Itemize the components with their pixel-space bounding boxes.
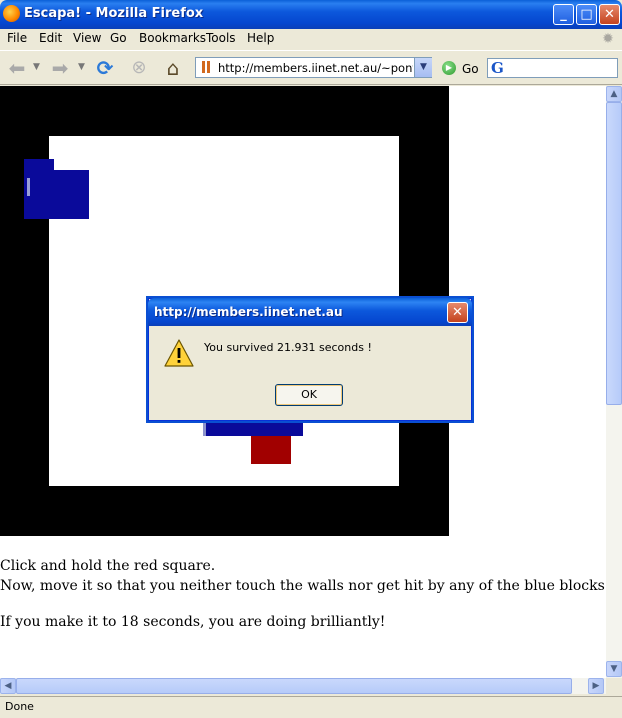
throbber-icon: ✹	[602, 31, 614, 47]
instruction-text: Now, move it so that you neither touch t…	[0, 578, 605, 594]
scroll-right-arrow-icon[interactable]: ▶	[588, 678, 604, 694]
minimize-button[interactable]: _	[553, 4, 574, 25]
blue-block	[24, 170, 89, 219]
scroll-up-arrow-icon[interactable]: ▲	[606, 86, 622, 102]
red-square[interactable]	[251, 436, 291, 464]
status-bar	[0, 696, 622, 718]
blue-block	[203, 420, 303, 436]
maximize-button[interactable]: □	[576, 4, 597, 25]
dialog-close-button[interactable]: ✕	[447, 302, 468, 323]
firefox-icon	[3, 5, 20, 22]
menu-help[interactable]: Help	[247, 31, 274, 45]
address-dropdown-icon[interactable]: ▼	[414, 58, 432, 77]
scroll-left-arrow-icon[interactable]: ◀	[0, 678, 16, 694]
instruction-text: If you make it to 18 seconds, you are do…	[0, 614, 386, 630]
menu-tools[interactable]: Tools	[206, 31, 236, 45]
scroll-corner	[606, 678, 622, 694]
ok-button[interactable]: OK	[275, 384, 343, 406]
back-dropdown-icon[interactable]: ▼	[33, 62, 40, 72]
reload-icon[interactable]: ⟳	[92, 56, 118, 80]
menu-file[interactable]: File	[7, 31, 27, 45]
menu-edit[interactable]: Edit	[39, 31, 62, 45]
blue-block-highlight	[27, 178, 30, 196]
scroll-down-arrow-icon[interactable]: ▼	[606, 661, 622, 677]
stop-icon[interactable]: ⊗	[126, 56, 152, 80]
status-text: Done	[5, 700, 34, 713]
back-arrow-icon[interactable]: ⬅	[4, 56, 30, 80]
horizontal-scroll-thumb[interactable]	[16, 678, 572, 694]
dialog-title: http://members.iinet.net.au	[154, 305, 343, 319]
blue-block-highlight	[203, 420, 206, 436]
dialog-message: You survived 21.931 seconds !	[204, 341, 372, 354]
forward-arrow-icon[interactable]: ➡	[47, 56, 73, 80]
close-window-button[interactable]: ✕	[599, 4, 620, 25]
google-search-engine-icon[interactable]: G	[491, 59, 504, 77]
go-arrow-icon[interactable]: ▶	[442, 61, 456, 75]
home-icon[interactable]: ⌂	[160, 56, 186, 80]
address-text[interactable]: http://members.iinet.net.au/~pontipak/	[218, 61, 413, 75]
menu-go[interactable]: Go	[110, 31, 127, 45]
search-input[interactable]	[487, 58, 618, 78]
vertical-scroll-thumb[interactable]	[606, 102, 622, 405]
site-favicon-icon	[199, 60, 213, 74]
forward-dropdown-icon[interactable]: ▼	[78, 62, 85, 72]
menu-bookmarks[interactable]: Bookmarks	[139, 31, 206, 45]
instruction-text: Click and hold the red square.	[0, 558, 216, 574]
go-button-label[interactable]: Go	[462, 62, 479, 76]
window-title: Escapa! - Mozilla Firefox	[24, 6, 204, 21]
menu-view[interactable]: View	[73, 31, 101, 45]
warning-icon	[164, 339, 194, 367]
